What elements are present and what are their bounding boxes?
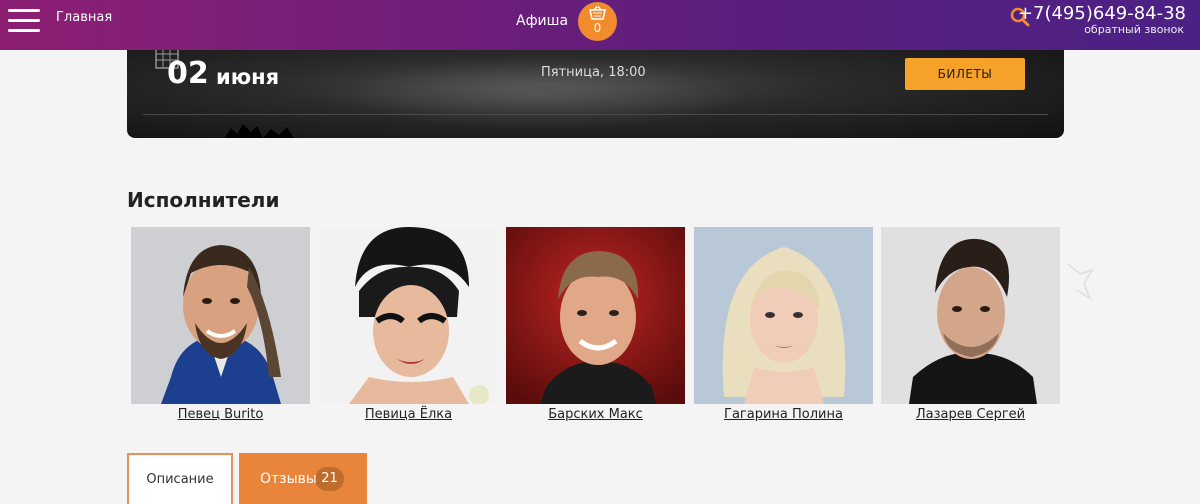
- performer-card[interactable]: Гагарина Полина: [694, 227, 873, 422]
- performer-name-link[interactable]: Барских Макс: [506, 407, 685, 422]
- performer-card[interactable]: Певица Ёлка: [319, 227, 498, 422]
- banner-background: [327, 60, 747, 130]
- banner-divider: [143, 114, 1048, 115]
- performer-name-link[interactable]: Певец Burito: [131, 407, 310, 422]
- tab-description[interactable]: Описание: [127, 453, 233, 504]
- cart-count: 0: [593, 21, 602, 35]
- performer-photo[interactable]: [506, 227, 685, 404]
- callback-link[interactable]: обратный звонок: [1084, 23, 1184, 36]
- event-day: 02: [167, 56, 209, 91]
- performer-photo[interactable]: [319, 227, 498, 404]
- tab-reviews[interactable]: Отзывы 21: [239, 453, 367, 504]
- menu-icon[interactable]: [8, 9, 40, 33]
- decorative-star-icon: [1067, 263, 1094, 301]
- crowd-silhouette: [224, 124, 294, 138]
- performer-card[interactable]: Барских Макс: [506, 227, 685, 422]
- performer-photo[interactable]: [881, 227, 1060, 404]
- performer-name-link[interactable]: Лазарев Сергей: [881, 407, 1060, 422]
- nav-afisha-link[interactable]: Афиша: [516, 13, 568, 29]
- reviews-count-badge: 21: [315, 467, 344, 491]
- performer-name-link[interactable]: Гагарина Полина: [694, 407, 873, 422]
- performer-photo[interactable]: [694, 227, 873, 404]
- performer-card[interactable]: Певец Burito: [131, 227, 310, 422]
- performer-name-link[interactable]: Певица Ёлка: [319, 407, 498, 422]
- performer-photo[interactable]: [131, 227, 310, 404]
- site-header: Главная Афиша 0 +7(495)649-84-38 обратны…: [0, 0, 1200, 50]
- cart-button[interactable]: 0: [578, 2, 617, 41]
- event-weekday-time: Пятница, 18:00: [541, 65, 646, 80]
- tickets-button[interactable]: БИЛЕТЫ: [905, 58, 1025, 90]
- performer-card[interactable]: Лазарев Сергей: [881, 227, 1060, 422]
- tab-reviews-label: Отзывы: [260, 471, 317, 487]
- nav-home-link[interactable]: Главная: [56, 10, 112, 25]
- event-month: июня: [216, 65, 280, 89]
- event-banner: 02 июня Пятница, 18:00 БИЛЕТЫ: [127, 50, 1064, 138]
- phone-number[interactable]: +7(495)649-84-38: [1018, 3, 1186, 24]
- performers-heading: Исполнители: [127, 188, 280, 212]
- basket-icon: [589, 6, 606, 20]
